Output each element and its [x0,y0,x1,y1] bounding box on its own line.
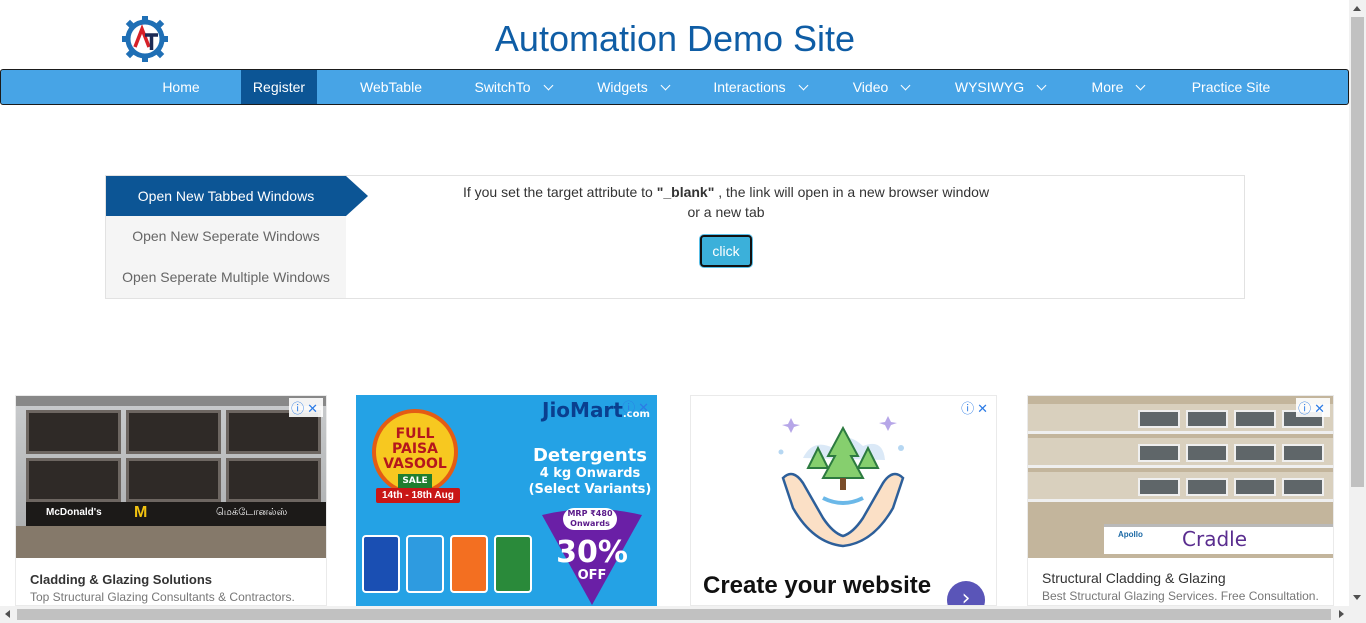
site-title: Automation Demo Site [494,18,856,59]
nav-video-label: Video [852,79,889,95]
page: Automation Demo Site Home Register WebTa… [0,0,1366,623]
windows-panel: Open New Tabbed Windows Open New Seperat… [105,175,1245,299]
hands-with-trees-icon [778,416,905,548]
scroll-up-icon[interactable] [1353,6,1361,11]
discount-off: OFF [577,568,607,583]
badge-line2: PAISA [392,441,438,457]
description-suffix: , the link will open in a new browser wi… [714,184,990,200]
tab-label: Open New Seperate Windows [132,228,320,244]
mrp-line1: MRP ₹480 [567,509,613,518]
ad-caption: Structural Cladding & Glazing Best Struc… [1042,570,1327,605]
scroll-left-icon[interactable] [5,610,10,618]
ad-create-website[interactable]: Create your website › ⓘ✕ [690,395,997,606]
sign-brand: Apollo [1118,530,1143,539]
tab-label: Open Seperate Multiple Windows [122,269,330,285]
ad-description: Best Structural Glazing Services. Free C… [1042,589,1319,605]
ad-cladding-glazing[interactable]: McDonald's மெக்டோனல்ஸ் M ⓘ✕ Cladding & G… [15,395,327,606]
description-code: "_blank" [656,184,715,200]
nav-widgets-label: Widgets [597,79,648,95]
nav-interactions-label: Interactions [713,79,786,95]
tab-content: If you set the target attribute to "_bla… [356,176,1096,267]
nav-switchto[interactable]: SwitchTo [463,70,563,104]
detergent-products-image [362,535,540,597]
nav-webtable[interactable]: WebTable [346,70,436,104]
ad-headline[interactable]: Structural Cladding & Glazing [1042,570,1327,586]
ad-close-icon[interactable]: ⓘ✕ [1296,398,1330,417]
jiomart-sub1: 4 kg Onwards [539,466,641,481]
mrp-line2: Onwards [570,519,610,528]
nav-interactions[interactable]: Interactions [704,70,816,104]
discount-percent: 30% [556,535,628,570]
chevron-right-icon[interactable]: › [947,581,985,605]
vertical-scroll-thumb[interactable] [1351,17,1364,487]
ad-close-icon[interactable]: ⓘ✕ [959,398,993,417]
scroll-right-icon[interactable] [1339,610,1344,618]
description-prefix: If you set the target attribute to [462,184,657,200]
nav-practice-site[interactable]: Practice Site [1181,70,1281,104]
ad-headline[interactable]: Create your website [703,572,931,600]
ad-headline[interactable]: Cladding & Glazing Solutions [30,572,320,587]
chevron-down-icon [543,80,553,91]
vertical-scrollbar[interactable] [1349,0,1366,606]
nav-more-label: More [1091,79,1124,95]
tab-description: If you set the target attribute to "_bla… [356,182,1096,222]
ad-building-image: Apollo Cradle [1028,396,1333,558]
jiomart-brand-name: JioMart [542,398,623,422]
full-paisa-vasool-badge: FULL PAISA VASOOL SALE [372,409,458,495]
jiomart-heading-title: Detergents [532,445,648,466]
nav-register-label: Register [252,79,306,95]
band-left-text: McDonald's [46,507,102,518]
jiomart-sub2: (Select Variants) [528,482,652,497]
ad-close-icon[interactable]: ⓘ✕ [289,398,323,417]
tab-open-new-tabbed-windows[interactable]: Open New Tabbed Windows [106,176,368,216]
chevron-down-icon [660,80,671,91]
description-line2: or a new tab [687,204,765,220]
jiomart-heading: Detergents 4 kg Onwards (Select Variants… [528,445,652,498]
sale-dates: 14th - 18th Aug [376,488,460,503]
ad-jiomart[interactable]: JioMart.com FULL PAISA VASOOL SALE 14th … [356,395,657,606]
chevron-down-icon [900,80,911,91]
ad-building-image: McDonald's மெக்டோனல்ஸ் M [16,396,326,558]
badge-sale: SALE [398,474,432,489]
apollo-cradle-sign: Apollo Cradle [1104,524,1333,554]
chevron-down-icon [1136,80,1146,91]
chevron-down-icon [1036,80,1047,91]
nav-register[interactable]: Register [241,70,317,104]
mcdonalds-logo-icon: M [134,504,148,521]
nav-more[interactable]: More [1081,70,1155,104]
nav-widgets[interactable]: Widgets [587,70,679,104]
sign-name: Cradle [1182,527,1247,551]
nav-webtable-label: WebTable [359,79,422,95]
badge-line3: VASOOL [383,456,447,472]
tab-open-new-seperate-windows[interactable]: Open New Seperate Windows [106,216,346,256]
nav-switchto-label: SwitchTo [474,79,531,95]
nav-home[interactable]: Home [151,70,211,104]
horizontal-scroll-thumb[interactable] [17,609,1331,620]
nav-video[interactable]: Video [842,70,920,104]
nav-practice-site-label: Practice Site [1191,79,1271,95]
badge-line1: FULL [395,426,435,442]
horizontal-scrollbar[interactable] [0,606,1366,623]
chevron-down-icon [798,80,809,91]
tab-label: Open New Tabbed Windows [137,188,315,204]
scroll-down-icon[interactable] [1353,595,1361,600]
nav-wysiwyg-label: WYSIWYG [954,79,1025,95]
band-right-text: மெக்டோனல்ஸ் [216,507,288,518]
tab-open-seperate-multiple-windows[interactable]: Open Seperate Multiple Windows [106,257,346,297]
ad-description: Top Structural Glazing Consultants & Con… [30,590,295,605]
windows-tab-list: Open New Tabbed Windows Open New Seperat… [106,176,368,298]
ad-caption: Cladding & Glazing Solutions Top Structu… [30,572,320,605]
ad-close-icon[interactable]: ⓘ✕ [620,397,654,416]
nav-home-label: Home [162,79,200,95]
nav-wysiwyg[interactable]: WYSIWYG [945,70,1055,104]
main-navbar: Home Register WebTable SwitchTo Widgets … [0,69,1349,105]
click-button[interactable]: click [700,235,752,267]
ad-structural-cladding[interactable]: Apollo Cradle ⓘ✕ Structural Cladding & G… [1027,395,1334,606]
mrp-tag: MRP ₹480 Onwards [563,508,617,530]
